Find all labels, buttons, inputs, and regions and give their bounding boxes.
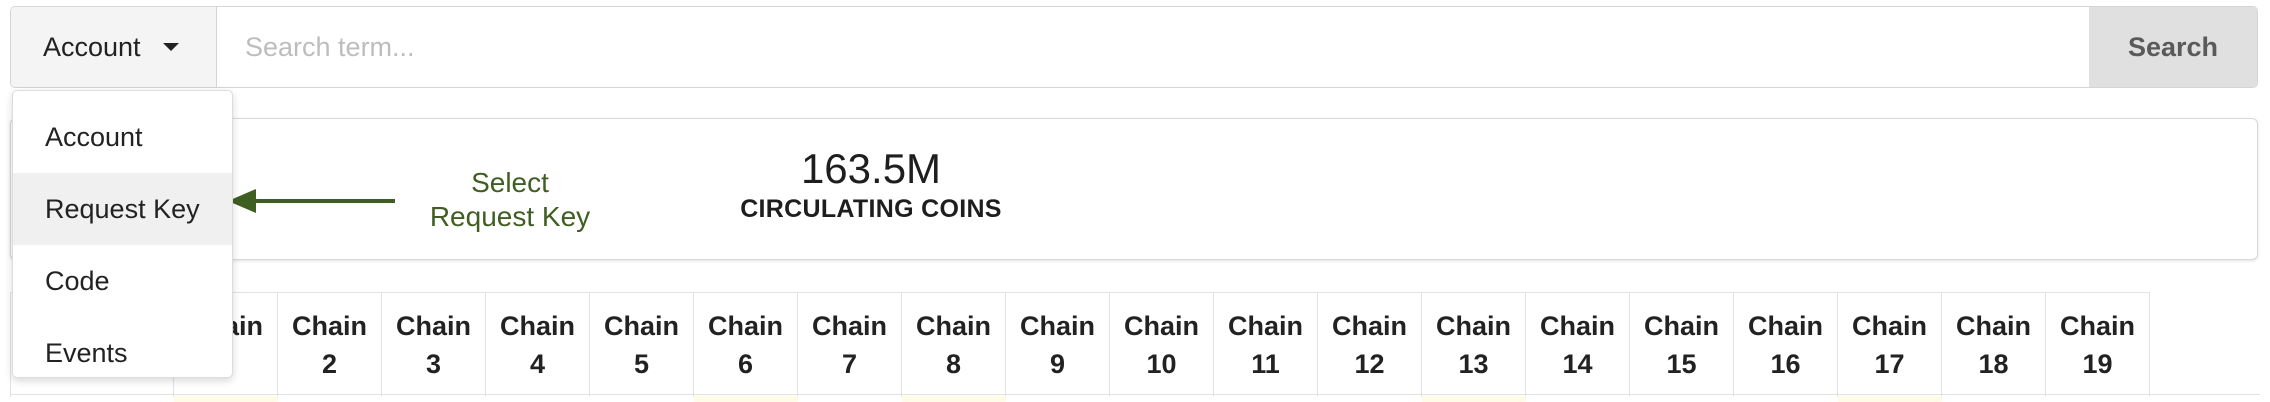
chain-header-label: Chain <box>603 311 679 341</box>
chain-header-label: Chain <box>1123 311 1199 341</box>
chain-header-label: Chain <box>1955 311 2031 341</box>
chain-number: 13 <box>1458 349 1489 379</box>
chain-header-6: Chain 6 <box>694 293 798 397</box>
chain-number: 9 <box>1049 349 1066 379</box>
caret-down-icon <box>162 43 179 51</box>
chain-number: 19 <box>2082 349 2113 379</box>
chain-number: 14 <box>1562 349 1593 379</box>
chain-header-label: Chain <box>1019 311 1095 341</box>
chain-header-label: Chain <box>707 311 783 341</box>
annotation-line-2: Request Key <box>429 201 591 232</box>
chain-header-label: Chain <box>1643 311 1719 341</box>
search-button[interactable]: Search <box>2089 7 2257 87</box>
chain-data-row <box>10 394 2260 402</box>
chain-header-18: Chain 18 <box>1942 293 2046 397</box>
chain-number: 6 <box>737 349 754 379</box>
chain-number: 12 <box>1354 349 1385 379</box>
circulating-coins-stat: 163.5M CIRCULATING COINS <box>721 145 1021 224</box>
chain-number: 5 <box>633 349 650 379</box>
chain-number: 2 <box>321 349 338 379</box>
chain-header-11: Chain 11 <box>1214 293 1318 397</box>
dropdown-item-events[interactable]: Events <box>13 317 232 389</box>
chain-header-label: Chain <box>291 311 367 341</box>
chain-header-15: Chain 15 <box>1630 293 1734 397</box>
chain-header-13: Chain 13 <box>1422 293 1526 397</box>
chain-number: 3 <box>425 349 442 379</box>
chain-number: 17 <box>1874 349 1905 379</box>
chain-header-label: Chain <box>395 311 471 341</box>
row-highlight-cell <box>1838 396 1942 402</box>
chain-header-label: Chain <box>915 311 991 341</box>
row-highlight-cell <box>694 396 798 402</box>
chain-header-14: Chain 14 <box>1526 293 1630 397</box>
chain-header-16: Chain 16 <box>1734 293 1838 397</box>
row-highlight-cell <box>902 396 1006 402</box>
dropdown-item-code[interactable]: Code <box>13 245 232 317</box>
chain-header-label: Chain <box>1851 311 1927 341</box>
search-type-label: Account <box>43 31 141 62</box>
chain-header-label: Chain <box>499 311 575 341</box>
chain-header-17: Chain 17 <box>1838 293 1942 397</box>
chain-header-5: Chain 5 <box>590 293 694 397</box>
chain-header-label: Chain <box>1747 311 1823 341</box>
chain-header-label: Chain <box>1435 311 1511 341</box>
chain-header-2: Chain 2 <box>278 293 382 397</box>
chain-header-label: Chain <box>811 311 887 341</box>
search-type-menu: Account Request Key Code Events <box>12 90 233 378</box>
chain-header-9: Chain 9 <box>1006 293 1110 397</box>
chain-number: 15 <box>1666 349 1697 379</box>
circulating-coins-value: 163.5M <box>800 145 942 192</box>
chain-number: 10 <box>1146 349 1177 379</box>
row-highlight-cell <box>1422 396 1526 402</box>
chain-header-label: Chain <box>2059 311 2135 341</box>
search-input[interactable] <box>217 7 2089 87</box>
chain-header-8: Chain 8 <box>902 293 1006 397</box>
chain-number: 11 <box>1251 349 1280 379</box>
chain-header-label: Chain <box>1539 311 1615 341</box>
chain-header-7: Chain 7 <box>798 293 902 397</box>
chain-header-label: Chain <box>1331 311 1407 341</box>
chain-header-3: Chain 3 <box>382 293 486 397</box>
annotation-text: Select Request Key <box>405 166 615 234</box>
chain-number: 7 <box>841 349 858 379</box>
annotation-arrow-icon <box>228 189 395 213</box>
chain-header-19: Chain 19 <box>2046 293 2150 397</box>
chain-number: 8 <box>945 349 962 379</box>
page: Account Search 163.5M CIRCULATING COINS … <box>0 0 2270 402</box>
chain-header-10: Chain 10 <box>1110 293 1214 397</box>
chain-number: 18 <box>1978 349 2009 379</box>
chain-header-label: Chain <box>1227 311 1303 341</box>
search-type-dropdown[interactable]: Account <box>11 7 217 87</box>
chain-header-12: Chain 12 <box>1318 293 1422 397</box>
chain-header-4: Chain 4 <box>486 293 590 397</box>
chain-number: 16 <box>1770 349 1801 379</box>
dropdown-item-request-key[interactable]: Request Key <box>13 173 232 245</box>
chain-number: 4 <box>529 349 546 379</box>
chain-table: inChain1Chain2Chain3Chain4Chain5Chain6Ch… <box>10 292 2150 397</box>
dropdown-item-account[interactable]: Account <box>13 101 232 173</box>
annotation-line-1: Select <box>471 167 549 198</box>
circulating-coins-label: CIRCULATING COINS <box>740 195 1002 223</box>
row-highlight-cell <box>174 396 278 402</box>
search-bar: Account Search <box>10 6 2258 88</box>
